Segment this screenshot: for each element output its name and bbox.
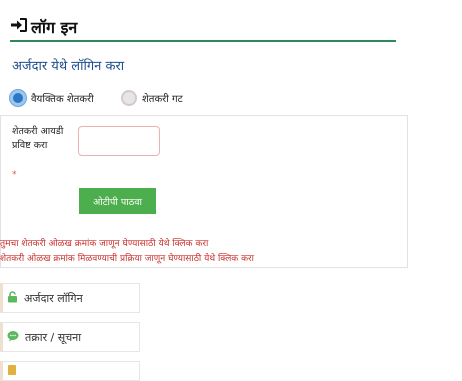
- radio-farmer-group-label: शेतकरी गट: [142, 94, 183, 105]
- required-mark: *: [12, 170, 17, 180]
- sidebar-item-complaint[interactable]: तक्रार / सूचना: [0, 322, 140, 352]
- farmer-id-process-link[interactable]: शेतकरी ओळख क्रमांक मिळवण्याची प्रक्रिया …: [0, 251, 254, 264]
- radio-individual-farmer[interactable]: वैयक्तिक शेतकरी: [10, 88, 94, 108]
- farmer-id-input[interactable]: [78, 126, 160, 156]
- sidebar-item-label: अर्जदार लॉगिन: [24, 291, 83, 305]
- page-title-text: लॉग इन: [31, 18, 78, 37]
- sidebar-item-label: तक्रार / सूचना: [25, 330, 82, 344]
- know-farmer-id-link[interactable]: तुमचा शेतकरी ओळख क्रमांक जाणून घेण्यासाठ…: [0, 236, 208, 249]
- sign-in-icon: [10, 17, 28, 37]
- radio-selected-icon[interactable]: [10, 90, 26, 106]
- lock-icon: [7, 290, 18, 306]
- radio-unselected-icon[interactable]: [121, 90, 137, 106]
- page-title: लॉग इन: [10, 14, 77, 40]
- radio-farmer-group[interactable]: शेतकरी गट: [121, 88, 183, 108]
- login-subtitle: अर्जदार येथे लॉगिन करा: [12, 59, 125, 74]
- chat-bubble-icon: [7, 330, 19, 345]
- send-otp-button[interactable]: ओटीपी पाठवा: [79, 188, 156, 214]
- farmer-id-label: शेतकरी आयडी प्रविष्ट करा: [12, 126, 64, 151]
- title-divider: [10, 40, 396, 42]
- document-icon: [7, 364, 17, 379]
- radio-individual-farmer-label: वैयक्तिक शेतकरी: [31, 94, 94, 105]
- sidebar-item-applicant-login[interactable]: अर्जदार लॉगिन: [0, 283, 140, 313]
- sidebar-item-partial[interactable]: [0, 361, 140, 381]
